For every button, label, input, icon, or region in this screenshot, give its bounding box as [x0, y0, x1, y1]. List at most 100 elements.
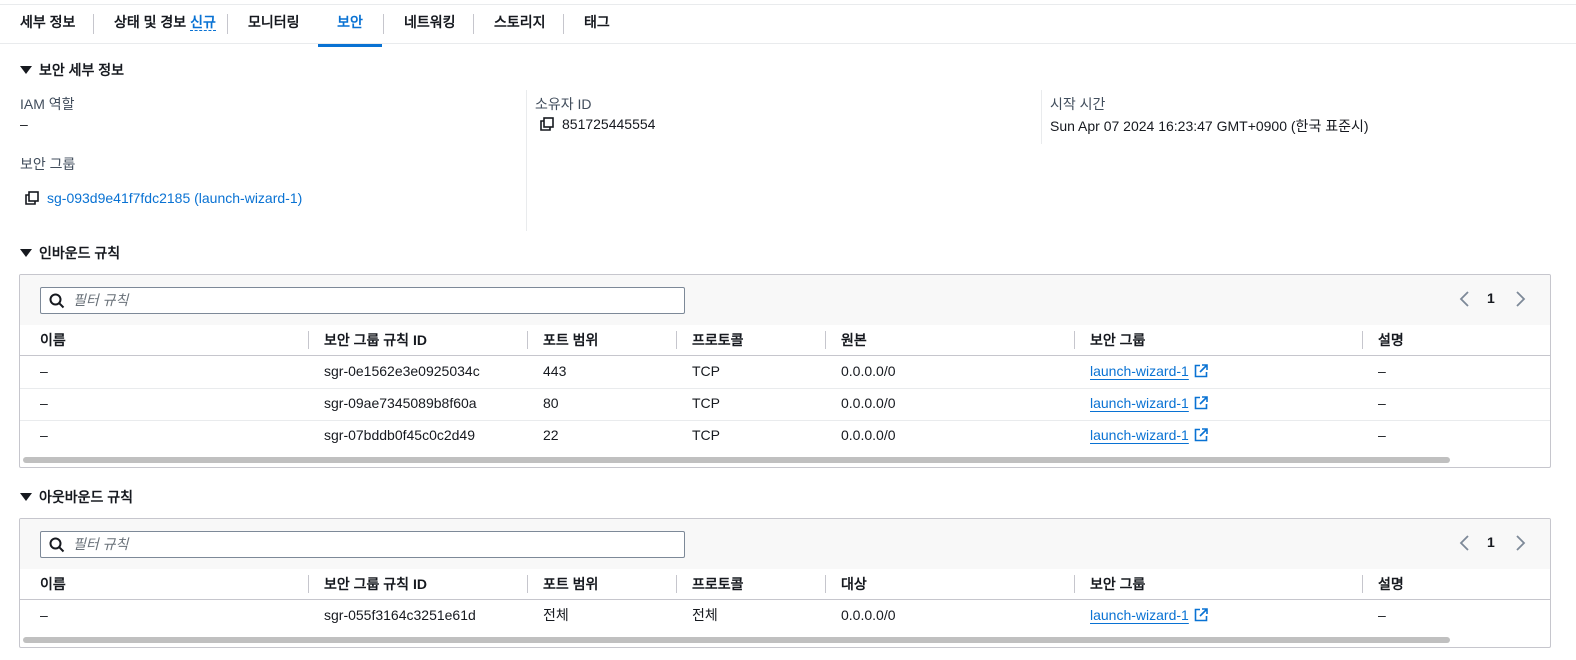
security-group-link[interactable]: launch-wizard-1: [1090, 395, 1189, 411]
column-resizer[interactable]: [308, 575, 309, 593]
cell-security-group: launch-wizard-1: [1090, 420, 1208, 451]
cell-description: –: [1378, 607, 1386, 623]
column-header-rule-id[interactable]: 보안 그룹 규칙 ID: [324, 569, 427, 599]
chevron-left-icon[interactable]: [1458, 533, 1472, 553]
iam-role-value: –: [20, 116, 28, 132]
cell-description: –: [1378, 363, 1386, 379]
column-divider: [526, 90, 527, 231]
tab-separator: [93, 14, 94, 34]
page-number[interactable]: 1: [1487, 290, 1495, 306]
column-header-description[interactable]: 설명: [1378, 569, 1404, 599]
filter-input[interactable]: [73, 534, 673, 554]
cell-rule-id: sgr-0e1562e3e0925034c: [324, 363, 480, 379]
cell-name: –: [40, 607, 48, 623]
search-icon: [49, 293, 65, 309]
column-header-name[interactable]: 이름: [40, 569, 66, 599]
tab-separator: [473, 14, 474, 34]
column-resizer[interactable]: [676, 575, 677, 593]
security-group-link[interactable]: sg-093d9e41f7fdc2185 (launch-wizard-1): [47, 190, 302, 206]
security-details-header[interactable]: 보안 세부 정보: [20, 60, 124, 80]
security-group-link[interactable]: launch-wizard-1: [1090, 427, 1189, 443]
tab-status-alarms[interactable]: 상태 및 경보 신규: [114, 5, 216, 43]
cell-rule-id: sgr-09ae7345089b8f60a: [324, 395, 477, 411]
filter-box: [40, 287, 685, 314]
tab-separator: [227, 14, 228, 34]
column-header-port-range[interactable]: 포트 범위: [543, 325, 598, 355]
table-row: – sgr-07bddb0f45c0c2d49 22 TCP 0.0.0.0/0…: [20, 420, 1550, 452]
column-resizer[interactable]: [825, 575, 826, 593]
cell-security-group: launch-wizard-1: [1090, 600, 1208, 631]
column-header-name[interactable]: 이름: [40, 325, 66, 355]
cell-name: –: [40, 427, 48, 443]
column-header-security-group[interactable]: 보안 그룹: [1090, 325, 1145, 355]
cell-security-group: launch-wizard-1: [1090, 388, 1208, 419]
outbound-rules-title: 아웃바운드 규칙: [39, 489, 134, 505]
cell-protocol: TCP: [692, 427, 720, 443]
column-header-security-group[interactable]: 보안 그룹: [1090, 569, 1145, 599]
column-header-port-range[interactable]: 포트 범위: [543, 569, 598, 599]
column-resizer[interactable]: [527, 331, 528, 349]
tab-bar: 세부 정보 상태 및 경보 신규 모니터링 보안 네트워킹 스토리지 태그: [0, 5, 1576, 47]
cell-description: –: [1378, 395, 1386, 411]
active-tab-indicator: [318, 44, 382, 47]
column-header-protocol[interactable]: 프로토콜: [692, 569, 744, 599]
column-header-description[interactable]: 설명: [1378, 325, 1404, 355]
tab-tags[interactable]: 태그: [584, 5, 610, 43]
table-row: – sgr-055f3164c3251e61d 전체 전체 0.0.0.0/0 …: [20, 600, 1550, 632]
column-resizer[interactable]: [527, 575, 528, 593]
tab-networking[interactable]: 네트워킹: [404, 5, 456, 43]
external-link-icon[interactable]: [1194, 364, 1208, 378]
column-resizer[interactable]: [1074, 331, 1075, 349]
tab-details-label: 세부 정보: [20, 14, 76, 30]
column-header-rule-id[interactable]: 보안 그룹 규칙 ID: [324, 325, 427, 355]
copy-icon[interactable]: [540, 117, 554, 131]
cell-port-range: 80: [543, 395, 559, 411]
tab-details[interactable]: 세부 정보: [20, 5, 75, 43]
external-link-icon[interactable]: [1194, 608, 1208, 622]
tab-security-label: 보안: [337, 14, 363, 30]
security-group-link[interactable]: launch-wizard-1: [1090, 363, 1189, 379]
cell-security-group: launch-wizard-1: [1090, 356, 1208, 387]
filter-box: [40, 531, 685, 558]
outbound-rules-header[interactable]: 아웃바운드 규칙: [20, 487, 133, 507]
horizontal-scrollbar[interactable]: [23, 637, 1450, 643]
column-header-source[interactable]: 원본: [841, 325, 867, 355]
cell-source: 0.0.0.0/0: [841, 427, 896, 443]
column-resizer[interactable]: [308, 331, 309, 349]
column-resizer[interactable]: [825, 331, 826, 349]
inbound-rules-table: 1 이름 보안 그룹 규칙 ID 포트 범위 프로토콜 원본 보안 그룹 설명 …: [19, 274, 1551, 468]
column-header-destination[interactable]: 대상: [841, 569, 867, 599]
column-header-protocol[interactable]: 프로토콜: [692, 325, 744, 355]
chevron-left-icon[interactable]: [1458, 289, 1472, 309]
tab-storage[interactable]: 스토리지: [494, 5, 546, 43]
tab-monitoring[interactable]: 모니터링: [248, 5, 300, 43]
security-group-link[interactable]: launch-wizard-1: [1090, 607, 1189, 623]
column-resizer[interactable]: [1362, 575, 1363, 593]
cell-name: –: [40, 395, 48, 411]
horizontal-scrollbar[interactable]: [23, 457, 1450, 463]
cell-protocol: 전체: [692, 607, 718, 623]
cell-destination: 0.0.0.0/0: [841, 607, 896, 623]
security-group-item: sg-093d9e41f7fdc2185 (launch-wizard-1): [25, 190, 302, 206]
filter-input[interactable]: [73, 290, 673, 310]
column-resizer[interactable]: [1362, 331, 1363, 349]
column-resizer[interactable]: [676, 331, 677, 349]
page-number[interactable]: 1: [1487, 534, 1495, 550]
table-row: – sgr-09ae7345089b8f60a 80 TCP 0.0.0.0/0…: [20, 388, 1550, 421]
cell-source: 0.0.0.0/0: [841, 395, 896, 411]
cell-name: –: [40, 363, 48, 379]
tab-storage-label: 스토리지: [494, 14, 546, 30]
external-link-icon[interactable]: [1194, 396, 1208, 410]
cell-source: 0.0.0.0/0: [841, 363, 896, 379]
column-resizer[interactable]: [1074, 575, 1075, 593]
cell-rule-id: sgr-055f3164c3251e61d: [324, 607, 476, 623]
cell-protocol: TCP: [692, 395, 720, 411]
table-header: 이름 보안 그룹 규칙 ID 포트 범위 프로토콜 원본 보안 그룹 설명: [20, 325, 1550, 356]
copy-icon[interactable]: [25, 191, 39, 205]
external-link-icon[interactable]: [1194, 428, 1208, 442]
chevron-right-icon[interactable]: [1513, 289, 1527, 309]
chevron-right-icon[interactable]: [1513, 533, 1527, 553]
tab-security[interactable]: 보안: [318, 5, 382, 43]
new-badge: 신규: [190, 14, 216, 31]
inbound-rules-header[interactable]: 인바운드 규칙: [20, 243, 120, 263]
